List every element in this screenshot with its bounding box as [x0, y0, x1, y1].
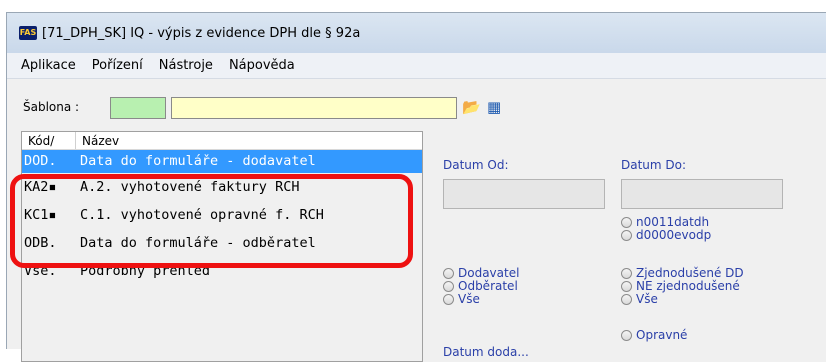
- template-toolbar: Šablona : 📂 ▦: [7, 79, 826, 133]
- datum-od-label: Datum Od:: [443, 158, 509, 172]
- menu-nastroje[interactable]: Nástroje: [159, 58, 213, 73]
- sablona-label: Šablona :: [23, 100, 80, 114]
- radio-button-icon: [443, 281, 454, 292]
- column-header-nazev[interactable]: Název: [76, 132, 119, 150]
- radio-button-icon: [621, 294, 632, 305]
- radio-partner-vse[interactable]: Vše: [443, 293, 480, 306]
- radio-button-icon: [621, 217, 632, 228]
- app-window: FAS [71_DPH_SK] IQ - výpis z evidence DP…: [6, 12, 826, 362]
- datum-od-input[interactable]: [443, 179, 605, 209]
- menu-aplikace[interactable]: Aplikace: [21, 58, 76, 73]
- radio-opravne[interactable]: Opravné: [621, 329, 687, 342]
- list-item-kod: ODB.: [24, 235, 57, 251]
- list-item-nazev: C.1. vyhotovené opravné f. RCH: [80, 207, 324, 223]
- list-item-nazev: Data do formuláře - odběratel: [80, 235, 316, 251]
- menu-napoveda[interactable]: Nápověda: [229, 58, 295, 73]
- radio-odberatel[interactable]: Odběratel: [443, 280, 518, 293]
- menu-bar: Aplikace Pořízení Nástroje Nápověda: [7, 53, 826, 79]
- list-item[interactable]: Vše. Podrobný přehled: [22, 257, 422, 285]
- sablona-code-input[interactable]: [110, 97, 166, 119]
- grid-edit-icon[interactable]: ▦: [487, 98, 503, 116]
- datum-dodani-label: Datum doda...: [443, 345, 529, 359]
- list-item-nazev: Podrobný přehled: [80, 263, 211, 279]
- list-header: Kód/ Název: [22, 132, 422, 150]
- list-item-nazev: A.2. vyhotovené faktury RCH: [80, 179, 300, 195]
- radio-button-icon: [443, 294, 454, 305]
- datum-do-input[interactable]: [621, 179, 783, 209]
- datum-do-label: Datum Do:: [621, 158, 687, 172]
- radio-button-icon: [621, 330, 632, 341]
- list-item-kod: Vše.: [24, 263, 57, 279]
- list-item-nazev: Data do formuláře - dodavatel: [80, 153, 316, 169]
- list-item[interactable]: ODB. Data do formuláře - odběratel: [22, 229, 422, 257]
- list-item[interactable]: KC1▪ C.1. vyhotovené opravné f. RCH: [22, 201, 422, 229]
- radio-button-icon: [621, 268, 632, 279]
- filter-panel: Datum Od: Datum Do: n0011datdh d0000evod…: [423, 131, 826, 362]
- menu-porizeni[interactable]: Pořízení: [92, 58, 143, 73]
- fas-app-icon: FAS: [19, 26, 37, 40]
- column-header-kod[interactable]: Kód/: [22, 132, 76, 149]
- radio-simplified-vse[interactable]: Vše: [621, 293, 658, 306]
- radio-button-icon: [443, 268, 454, 279]
- list-item[interactable]: DOD. Data do formuláře - dodavatel: [22, 150, 422, 173]
- sablona-name-input[interactable]: [171, 97, 457, 119]
- radio-d0000evodp[interactable]: d0000evodp: [621, 229, 711, 242]
- window-title: [71_DPH_SK] IQ - výpis z evidence DPH dl…: [42, 25, 361, 41]
- list-item-kod: DOD.: [24, 153, 57, 169]
- template-list: Kód/ Název DOD. Data do formuláře - dodav…: [21, 131, 423, 362]
- radio-button-icon: [621, 281, 632, 292]
- radio-button-icon: [621, 230, 632, 241]
- folder-open-icon[interactable]: 📂: [462, 98, 481, 116]
- list-item-kod: KA2▪: [24, 179, 57, 195]
- title-bar: FAS [71_DPH_SK] IQ - výpis z evidence DP…: [7, 13, 826, 53]
- list-item[interactable]: KA2▪ A.2. vyhotovené faktury RCH: [22, 173, 422, 201]
- list-item-kod: KC1▪: [24, 207, 57, 223]
